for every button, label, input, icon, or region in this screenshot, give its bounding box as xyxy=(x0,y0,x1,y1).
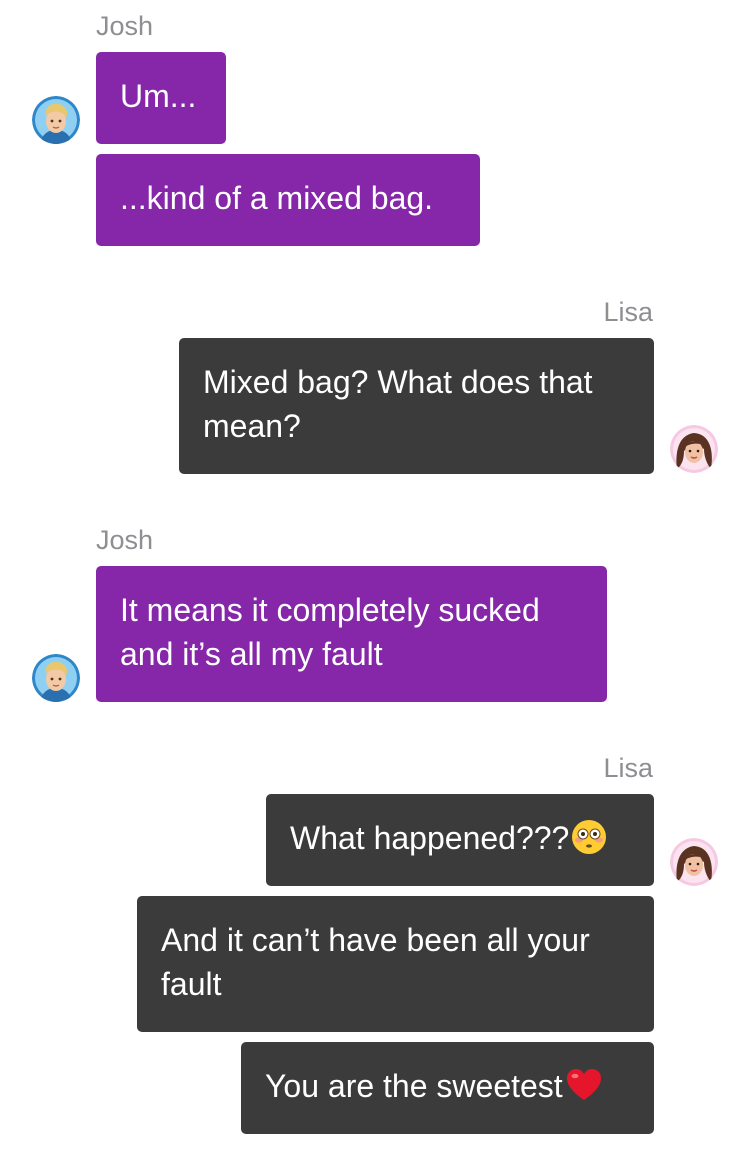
message-bubble[interactable]: You are the sweetest xyxy=(241,1042,654,1134)
message-bubble[interactable]: And it can’t have been all your fault xyxy=(137,896,654,1032)
message-bubble[interactable]: It means it completely sucked and it’s a… xyxy=(96,566,607,702)
lisa-avatar[interactable] xyxy=(670,425,718,473)
josh-avatar[interactable] xyxy=(32,654,80,702)
message-bubble[interactable]: Mixed bag? What does that mean? xyxy=(179,338,654,474)
josh-avatar[interactable] xyxy=(32,96,80,144)
lisa-avatar[interactable] xyxy=(670,838,718,886)
message-bubble[interactable]: Um... xyxy=(96,52,226,144)
sender-name-josh: Josh xyxy=(96,525,154,555)
message-text: You are the sweetest xyxy=(265,1068,563,1104)
flushed-face-icon xyxy=(571,819,607,866)
red-heart-icon xyxy=(565,1067,603,1114)
message-bubble[interactable]: What happened??? xyxy=(266,794,654,886)
sender-name-josh: Josh xyxy=(96,11,154,41)
sender-name-lisa: Lisa xyxy=(603,297,653,327)
message-bubble[interactable]: ...kind of a mixed bag. xyxy=(96,154,480,246)
sender-name-lisa: Lisa xyxy=(603,753,653,783)
message-text: What happened??? xyxy=(290,820,570,856)
